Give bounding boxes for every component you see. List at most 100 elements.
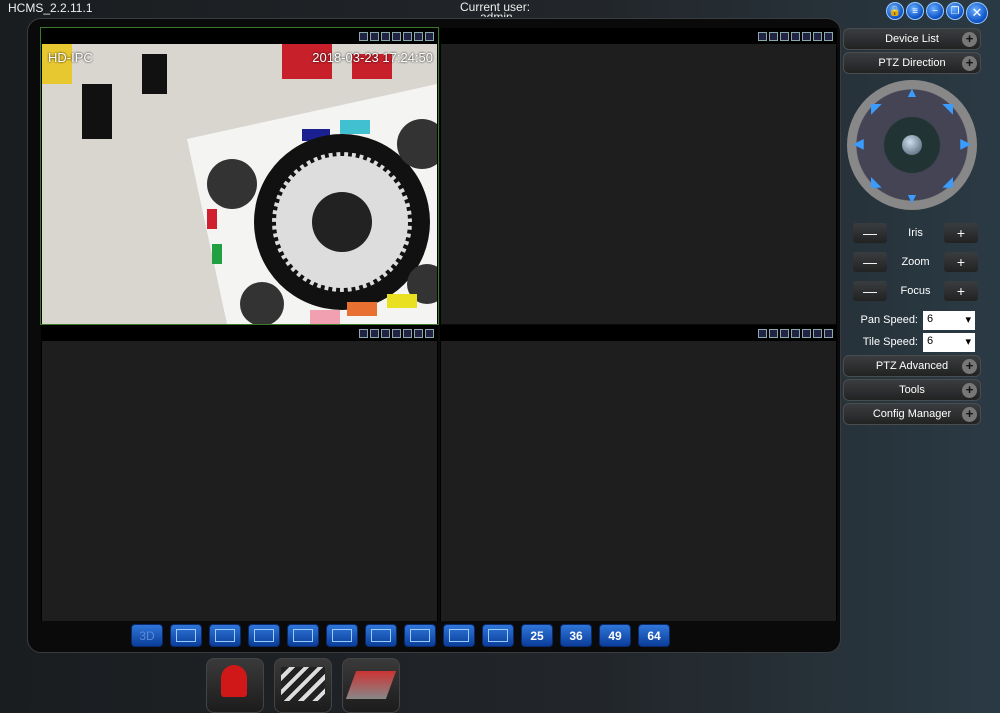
backup-app-button[interactable]	[342, 658, 400, 713]
app-title: HCMS_2.2.11.1	[8, 1, 93, 15]
config-manager-button[interactable]: Config Manager +	[843, 403, 981, 425]
layout-button-5[interactable]	[287, 624, 319, 647]
grid-layout-icon	[449, 629, 469, 642]
layout-toolbar: 3D 25 36 49 64	[131, 624, 670, 647]
layout-button-12[interactable]: 36	[560, 624, 592, 647]
center-knob[interactable]	[902, 135, 922, 155]
menu-button[interactable]: ≡	[906, 2, 924, 20]
arrow-up-left-icon[interactable]: ◤	[871, 100, 882, 117]
value: 6	[927, 334, 934, 347]
focus-label: Focus	[900, 284, 931, 297]
layout-button-8[interactable]	[404, 624, 436, 647]
window-controls: 🔒 ≡ − ❐ ✕	[886, 2, 988, 24]
cell-toolbar	[41, 28, 438, 44]
expand-icon: +	[962, 32, 977, 47]
grid-layout-icon	[293, 629, 313, 642]
tools-button[interactable]: Tools +	[843, 379, 981, 401]
focus-plus-button[interactable]: +	[944, 280, 978, 301]
menu-icon: ≡	[912, 5, 918, 17]
empty-feed[interactable]	[441, 341, 836, 621]
grid-layout-icon	[254, 629, 274, 642]
arrow-down-right-icon[interactable]: ◢	[942, 173, 953, 190]
arrow-down-icon[interactable]: ▼	[905, 190, 919, 206]
pan-speed-label: Pan Speed:	[860, 314, 919, 326]
alarm-app-button[interactable]	[206, 658, 264, 713]
restore-icon: ❐	[950, 5, 960, 17]
cell-toolbar	[440, 28, 837, 44]
arrow-right-icon[interactable]: ▶	[960, 135, 971, 152]
focus-control: — Focus +	[843, 276, 981, 305]
layout-button-10[interactable]	[482, 624, 514, 647]
tile-speed-label: Tile Speed:	[862, 336, 918, 348]
label: Tools	[899, 384, 925, 396]
value: 6	[927, 312, 934, 325]
expand-icon: +	[962, 407, 977, 422]
channel-name: HD-IPC	[48, 50, 93, 65]
zoom-plus-button[interactable]: +	[944, 251, 978, 272]
label: PTZ Direction	[878, 57, 946, 69]
label: Config Manager	[872, 408, 952, 420]
label: PTZ Advanced	[875, 360, 949, 372]
pan-speed-select[interactable]: 6 ▾	[923, 310, 975, 330]
arrow-down-left-icon[interactable]: ◣	[871, 173, 882, 190]
zoom-label: Zoom	[901, 255, 930, 268]
iris-label: Iris	[908, 226, 923, 239]
video-cell-1[interactable]: HD-IPC 2018-03-23 17:24:50	[40, 27, 439, 325]
arrow-left-icon[interactable]: ◀	[853, 135, 864, 152]
grid-layout-icon	[410, 629, 430, 642]
layout-button-1[interactable]: 3D	[131, 624, 163, 647]
current-user-name: admin	[480, 11, 513, 17]
layout-button-13[interactable]: 49	[599, 624, 631, 647]
video-cell-3[interactable]	[41, 325, 438, 621]
empty-feed[interactable]	[441, 44, 836, 324]
layout-button-14[interactable]: 64	[638, 624, 670, 647]
zoom-minus-button[interactable]: —	[853, 251, 887, 272]
restore-button[interactable]: ❐	[946, 2, 964, 20]
backup-icon	[345, 671, 397, 699]
grid-layout-icon	[332, 629, 352, 642]
arrow-up-right-icon[interactable]: ◥	[942, 100, 953, 117]
video-feed[interactable]: HD-IPC 2018-03-23 17:24:50	[42, 44, 437, 324]
layout-button-9[interactable]	[443, 624, 475, 647]
tile-speed-select[interactable]: 6 ▾	[923, 332, 975, 352]
layout-button-4[interactable]	[248, 624, 280, 647]
minimize-icon: −	[932, 5, 938, 17]
expand-icon: +	[962, 383, 977, 398]
video-image	[42, 44, 437, 324]
zoom-control: — Zoom +	[843, 247, 981, 276]
iris-control: — Iris +	[843, 218, 981, 247]
right-panel: Device List + PTZ Direction + ▲ ▼ ◀ ▶ ◤ ◥ …	[843, 28, 981, 427]
arrow-up-icon[interactable]: ▲	[905, 84, 919, 100]
focus-minus-button[interactable]: —	[853, 280, 887, 301]
close-button[interactable]: ✕	[966, 2, 988, 24]
layout-button-6[interactable]	[326, 624, 358, 647]
video-cell-4[interactable]	[440, 325, 837, 621]
layout-button-7[interactable]	[365, 624, 397, 647]
lock-icon: 🔒	[888, 5, 902, 17]
expand-icon: +	[962, 359, 977, 374]
ptz-joystick[interactable]: ▲ ▼ ◀ ▶ ◤ ◥ ◣ ◢	[847, 80, 977, 210]
grid-layout-icon	[488, 629, 508, 642]
cell-toolbar	[41, 325, 438, 341]
video-cell-2[interactable]	[440, 28, 837, 324]
video-timestamp: 2018-03-23 17:24:50	[312, 50, 433, 65]
record-app-button[interactable]	[274, 658, 332, 713]
ptz-direction-button[interactable]: PTZ Direction +	[843, 52, 981, 74]
expand-icon: +	[962, 56, 977, 71]
layout-button-3[interactable]	[209, 624, 241, 647]
lock-button[interactable]: 🔒	[886, 2, 904, 20]
ptz-advanced-button[interactable]: PTZ Advanced +	[843, 355, 981, 377]
device-list-button[interactable]: Device List +	[843, 28, 981, 50]
layout-button-2[interactable]	[170, 624, 202, 647]
iris-minus-button[interactable]: —	[853, 222, 887, 243]
layout-button-11[interactable]: 25	[521, 624, 553, 647]
empty-feed[interactable]	[42, 341, 437, 621]
dropdown-arrow-icon: ▾	[965, 313, 971, 326]
grid-layout-icon	[176, 629, 196, 642]
grid-layout-icon	[215, 629, 235, 642]
grid-layout-icon	[371, 629, 391, 642]
dropdown-arrow-icon: ▾	[965, 335, 971, 348]
cell-toolbar	[440, 325, 837, 341]
minimize-button[interactable]: −	[926, 2, 944, 20]
iris-plus-button[interactable]: +	[943, 222, 978, 243]
